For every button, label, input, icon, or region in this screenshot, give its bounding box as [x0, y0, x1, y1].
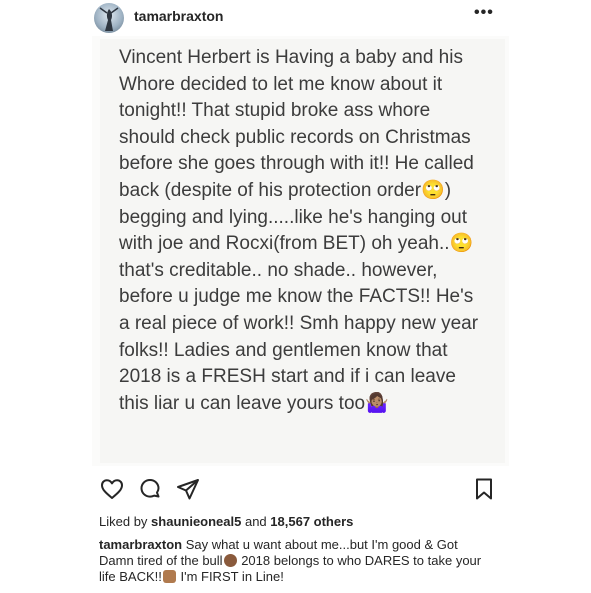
- avatar[interactable]: [94, 3, 124, 33]
- caption-text-3: I'm FIRST in Line!: [176, 569, 284, 584]
- caption-username[interactable]: tamarbraxton: [99, 537, 182, 552]
- notes-text: Vincent Herbert is Having a baby and his…: [119, 47, 479, 414]
- instagram-post: tamarbraxton ••• Vincent Herbert is Havi…: [0, 0, 591, 593]
- liked-by-user[interactable]: shaunieoneal5: [151, 514, 241, 529]
- share-icon[interactable]: [176, 477, 200, 501]
- action-bar: [92, 474, 509, 504]
- bookmark-icon[interactable]: [472, 477, 496, 501]
- notes-screenshot: Vincent Herbert is Having a baby and his…: [100, 39, 505, 463]
- comment-icon[interactable]: [138, 477, 162, 501]
- flexed-biceps-emoji-icon: [162, 570, 176, 583]
- post-photo[interactable]: Vincent Herbert is Having a baby and his…: [92, 36, 509, 466]
- heart-icon[interactable]: [100, 477, 124, 501]
- likes-prefix: Liked by: [99, 514, 152, 529]
- post-caption: tamarbraxton Say what u want about me...…: [99, 537, 489, 585]
- post-header: tamarbraxton •••: [0, 0, 591, 36]
- woman-facepalm-emoji-icon: [223, 554, 237, 567]
- likes-and: and: [241, 514, 271, 529]
- more-options-icon[interactable]: •••: [474, 4, 494, 22]
- likes-count[interactable]: 18,567 others: [270, 514, 353, 529]
- avatar-silhouette-icon: [99, 7, 119, 31]
- post-username[interactable]: tamarbraxton: [134, 8, 223, 24]
- likes-summary: Liked by shaunieoneal5 and 18,567 others: [99, 514, 353, 529]
